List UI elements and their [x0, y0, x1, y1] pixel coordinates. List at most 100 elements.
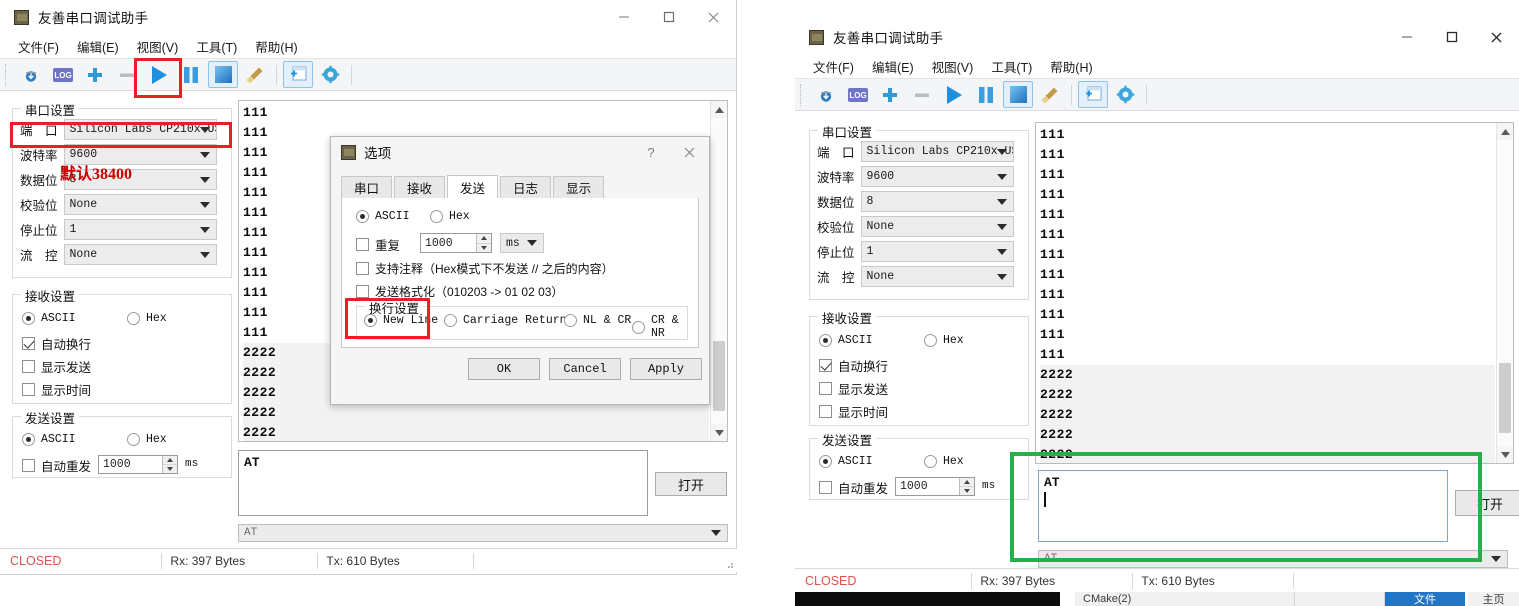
scrollbar-thumb[interactable] — [713, 341, 725, 411]
scroll-up-icon[interactable] — [1497, 123, 1513, 140]
receive-mode-ascii-right[interactable]: ASCII — [819, 334, 873, 347]
stopbits-combo[interactable]: 1 — [63, 219, 217, 240]
databits-combo-right[interactable]: 8 — [860, 191, 1014, 212]
menu-tools[interactable]: 工具(T) — [187, 35, 246, 58]
receive-check-showsend[interactable]: 显示发送 — [22, 357, 91, 376]
dialog-format-hex[interactable]: Hex — [430, 210, 470, 223]
send-history-combo-right[interactable]: AT — [1038, 550, 1508, 568]
menu-view[interactable]: 视图(V) — [128, 35, 188, 58]
newline-option-nlcr[interactable]: NL & CR — [564, 314, 631, 327]
spinner-down-icon[interactable] — [163, 465, 177, 473]
spinner-buttons[interactable] — [959, 478, 974, 495]
download-icon[interactable] — [16, 61, 46, 88]
spinner-up-icon[interactable] — [163, 456, 177, 465]
menu-edit-right[interactable]: 编辑(E) — [863, 55, 923, 78]
toolbar-grip-right[interactable] — [800, 83, 806, 106]
terminal-scrollbar-right[interactable] — [1496, 123, 1513, 463]
stop-icon[interactable] — [1003, 81, 1033, 108]
terminal-scrollbar-left[interactable] — [710, 101, 727, 441]
dialog-cancel-button[interactable]: Cancel — [549, 358, 621, 380]
log-icon[interactable]: LOG — [48, 61, 78, 88]
play-icon[interactable] — [144, 61, 174, 88]
flowcontrol-combo-right[interactable]: None — [860, 266, 1014, 287]
dialog-repeat-unit-combo[interactable]: ms — [500, 233, 544, 253]
send-input-left[interactable]: AT — [238, 450, 648, 516]
port-combo[interactable]: Silicon Labs CP210x USI — [63, 119, 217, 140]
scroll-up-icon[interactable] — [711, 101, 727, 118]
receive-check-autowrap[interactable]: 自动换行 — [22, 334, 91, 353]
receive-mode-hex[interactable]: Hex — [127, 312, 167, 325]
send-input-right[interactable]: AT — [1038, 470, 1448, 542]
download-icon[interactable] — [811, 81, 841, 108]
minimize-button-right[interactable] — [1384, 20, 1429, 54]
minimize-button[interactable] — [601, 0, 646, 34]
scroll-down-icon[interactable] — [711, 424, 727, 441]
newline-option-newline[interactable]: New Line — [364, 314, 438, 327]
spinner-buttons[interactable] — [476, 234, 491, 252]
play-icon[interactable] — [939, 81, 969, 108]
open-port-button-right[interactable]: 打开 — [1455, 490, 1519, 516]
pause-icon[interactable] — [176, 61, 206, 88]
minus-icon[interactable] — [907, 81, 937, 108]
newline-option-cr[interactable]: Carriage Return — [444, 314, 567, 327]
parity-combo[interactable]: None — [63, 194, 217, 215]
send-mode-ascii[interactable]: ASCII — [22, 433, 76, 446]
send-mode-ascii-right[interactable]: ASCII — [819, 455, 873, 468]
port-combo-right[interactable]: Silicon Labs CP210x USI — [860, 141, 1014, 162]
dialog-repeat-check[interactable]: 重复 — [356, 235, 400, 254]
dialog-format-ascii[interactable]: ASCII — [356, 210, 410, 223]
pause-icon[interactable] — [971, 81, 1001, 108]
new-window-icon[interactable] — [283, 61, 313, 88]
menu-edit[interactable]: 编辑(E) — [68, 35, 128, 58]
menu-view-right[interactable]: 视图(V) — [923, 55, 983, 78]
resize-grip-icon[interactable] — [724, 559, 734, 569]
spinner-down-icon[interactable] — [960, 487, 974, 495]
flowcontrol-combo[interactable]: None — [63, 244, 217, 265]
receive-check-showsend-right[interactable]: 显示发送 — [819, 379, 888, 398]
plus-icon[interactable] — [875, 81, 905, 108]
spinner-buttons[interactable] — [162, 456, 177, 473]
minus-icon[interactable] — [112, 61, 142, 88]
receive-check-showtime-right[interactable]: 显示时间 — [819, 402, 888, 421]
receive-check-autowrap-right[interactable]: 自动换行 — [819, 356, 888, 375]
scroll-down-icon[interactable] — [1497, 446, 1513, 463]
open-port-button-left[interactable]: 打开 — [655, 472, 727, 496]
send-mode-hex[interactable]: Hex — [127, 433, 167, 446]
maximize-button[interactable] — [646, 0, 691, 34]
dialog-comment-support[interactable]: 支持注释（Hex模式下不发送 // 之后的内容） — [356, 260, 614, 277]
send-history-combo-left[interactable]: AT — [238, 524, 728, 542]
menu-tools-right[interactable]: 工具(T) — [982, 55, 1041, 78]
settings-gear-icon[interactable] — [315, 61, 345, 88]
plus-icon[interactable] — [80, 61, 110, 88]
parity-combo-right[interactable]: None — [860, 216, 1014, 237]
taskbar-right-item[interactable]: 主页 — [1468, 592, 1519, 606]
dialog-apply-button[interactable]: Apply — [630, 358, 702, 380]
stop-icon[interactable] — [208, 61, 238, 88]
menu-help-right[interactable]: 帮助(H) — [1041, 55, 1101, 78]
dialog-close-button[interactable] — [669, 137, 709, 167]
spinner-down-icon[interactable] — [477, 244, 491, 253]
log-icon[interactable]: LOG — [843, 81, 873, 108]
send-auto-resend[interactable]: 自动重发 — [22, 456, 91, 475]
menu-file-right[interactable]: 文件(F) — [804, 55, 863, 78]
receive-mode-ascii[interactable]: ASCII — [22, 312, 76, 325]
menu-file[interactable]: 文件(F) — [9, 35, 68, 58]
clear-broom-icon[interactable] — [1035, 81, 1065, 108]
send-interval-input-right[interactable]: 1000 — [895, 477, 975, 496]
toolbar-grip[interactable] — [5, 63, 11, 86]
tab-display[interactable]: 显示 — [553, 176, 605, 198]
receive-terminal-right[interactable]: 111 111 111 111 111 111 111 111 111 111 … — [1035, 122, 1514, 464]
maximize-button-right[interactable] — [1429, 20, 1474, 54]
menu-help[interactable]: 帮助(H) — [246, 35, 306, 58]
tab-log[interactable]: 日志 — [500, 176, 552, 198]
settings-gear-icon[interactable] — [1110, 81, 1140, 108]
send-mode-hex-right[interactable]: Hex — [924, 455, 964, 468]
dialog-repeat-interval[interactable]: 1000 — [420, 233, 492, 253]
stopbits-combo-right[interactable]: 1 — [860, 241, 1014, 262]
tab-serial[interactable]: 串口 — [341, 176, 393, 198]
receive-mode-hex-right[interactable]: Hex — [924, 334, 964, 347]
taskbar-file-item[interactable]: 文件 — [1385, 592, 1465, 606]
clear-broom-icon[interactable] — [240, 61, 270, 88]
close-button-right[interactable] — [1474, 20, 1519, 54]
newline-option-crnr[interactable]: CR & NR — [632, 314, 698, 340]
